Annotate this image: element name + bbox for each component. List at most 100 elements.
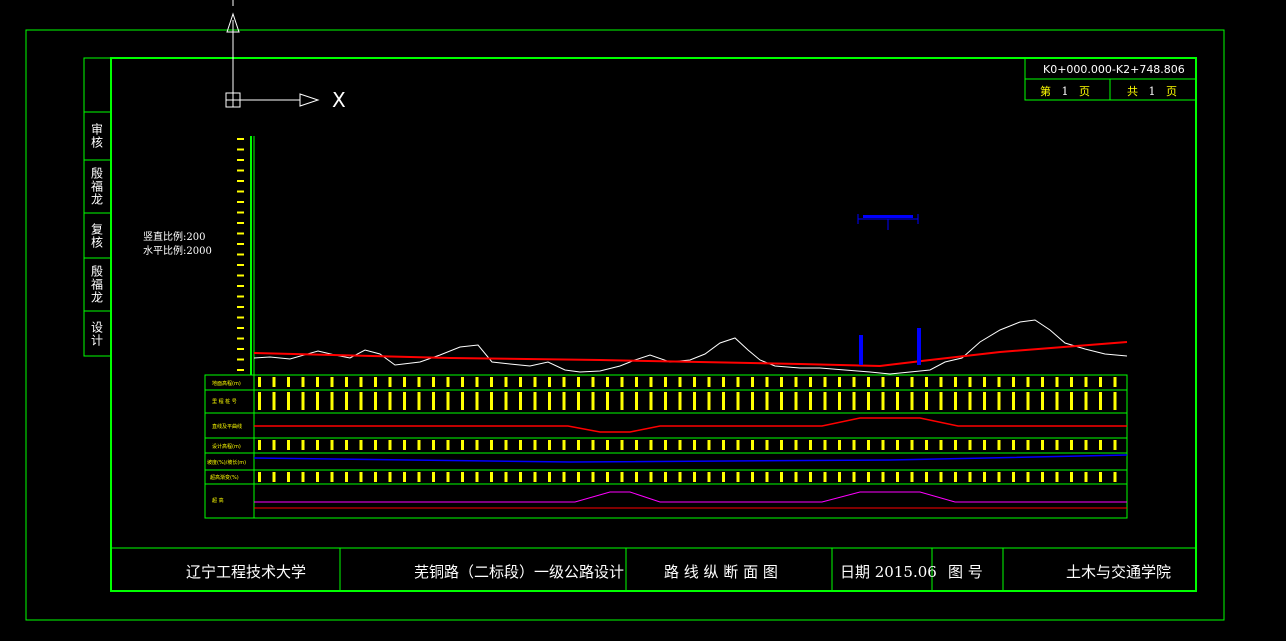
- vertical-curve-marker: [857, 214, 921, 365]
- table-cell-glyph: [374, 440, 377, 450]
- table-cell-glyph: [316, 377, 319, 387]
- ucs-x-label: X: [332, 88, 346, 112]
- table-cell-glyph: [765, 472, 769, 482]
- table-cell-glyph: [838, 472, 841, 482]
- table-cell-glyph: [983, 392, 986, 410]
- table-cell-glyph: [794, 440, 798, 450]
- table-cell-glyph: [330, 472, 334, 482]
- table-cell-glyph: [374, 472, 377, 482]
- table-cell-glyph: [925, 377, 928, 387]
- table-cell-glyph: [548, 392, 551, 410]
- table-cell-glyph: [838, 392, 841, 410]
- table-cell-glyph: [388, 440, 392, 450]
- table-cell-glyph: [794, 472, 798, 482]
- page-total: 共 1 页: [1127, 83, 1177, 99]
- ruler-tick: [237, 148, 244, 151]
- table-cell-glyph: [1084, 440, 1088, 450]
- table-cell-glyph: [417, 377, 421, 387]
- table-cell-glyph: [258, 377, 261, 387]
- table-cell-glyph: [954, 472, 957, 482]
- table-cell-glyph: [896, 440, 899, 450]
- table-cell-glyph: [359, 440, 363, 450]
- table-cell-glyph: [1055, 392, 1059, 410]
- table-cell-glyph: [548, 377, 551, 387]
- cad-drawing[interactable]: [0, 0, 1286, 641]
- table-cell-glyph: [475, 440, 479, 450]
- table-cell-glyph: [635, 472, 638, 482]
- side-label-recheck: 复核: [89, 222, 104, 249]
- table-cell-glyph: [330, 392, 334, 410]
- ruler-tick: [237, 348, 244, 350]
- table-cell-glyph: [678, 392, 682, 410]
- table-cell-glyph: [490, 440, 493, 450]
- table-cell-glyph: [446, 440, 450, 450]
- table-cell-glyph: [896, 377, 899, 387]
- table-cell-glyph: [620, 377, 624, 387]
- table-cell-glyph: [533, 377, 537, 387]
- table-cell-glyph: [490, 472, 493, 482]
- table-cell-glyph: [620, 472, 624, 482]
- ruler-tick: [237, 285, 244, 287]
- ground-profile-line: [253, 319, 1128, 375]
- table-cell-glyph: [765, 392, 769, 410]
- table-cell-glyph: [707, 472, 711, 482]
- page-prefix: 第: [1040, 85, 1051, 98]
- table-cell-glyph: [388, 472, 392, 482]
- table-cell-glyph: [1012, 440, 1015, 450]
- table-cell-glyph: [925, 472, 928, 482]
- table-cell-glyph: [925, 392, 928, 410]
- table-cell-glyph: [1012, 392, 1015, 410]
- table-cell-glyph: [562, 472, 566, 482]
- ruler-tick: [237, 180, 244, 182]
- table-cell-glyph: [548, 472, 551, 482]
- table-cell-glyph: [664, 440, 667, 450]
- table-cell-glyph: [852, 377, 856, 387]
- table-cell-glyph: [345, 472, 348, 482]
- ruler-tick: [237, 169, 244, 172]
- table-cell-glyph: [272, 472, 276, 482]
- table-cell-glyph: [910, 392, 914, 410]
- table-cell-glyph: [417, 392, 421, 410]
- table-cell-glyph: [258, 440, 261, 450]
- table-cell-glyph: [519, 377, 522, 387]
- table-cell-glyph: [316, 392, 319, 410]
- table-cell-glyph: [649, 472, 653, 482]
- table-cell-glyph: [446, 472, 450, 482]
- table-cell-glyph: [823, 392, 827, 410]
- table-cell-glyph: [1113, 440, 1117, 450]
- table-cell-glyph: [1099, 392, 1102, 410]
- sheet-border: [25, 29, 1225, 621]
- horizontal-scale: 水平比例:2000: [143, 246, 212, 257]
- table-cell-glyph: [1026, 377, 1030, 387]
- table-cell-glyph: [954, 392, 957, 410]
- table-cell-glyph: [533, 392, 537, 410]
- table-cell-glyph: [910, 440, 914, 450]
- page-no: 1: [1061, 85, 1069, 98]
- table-cell-glyph: [1026, 440, 1030, 450]
- table-cell-glyph: [287, 440, 290, 450]
- table-cell-glyph: [809, 472, 812, 482]
- table-cell-glyph: [1113, 377, 1117, 387]
- table-cell-glyph: [881, 472, 885, 482]
- ruler-tick: [237, 222, 244, 224]
- table-cell-glyph: [852, 392, 856, 410]
- superelevation-line: [254, 491, 1127, 503]
- table-cell-glyph: [794, 377, 798, 387]
- table-cell-glyph: [736, 377, 740, 387]
- table-cell-glyph: [780, 440, 783, 450]
- table-cell-glyph: [461, 440, 464, 450]
- table-cell-glyph: [562, 440, 566, 450]
- table-cell-glyph: [461, 377, 464, 387]
- table-cell-glyph: [562, 377, 566, 387]
- table-cell-glyph: [997, 392, 1001, 410]
- table-cell-glyph: [591, 440, 595, 450]
- table-cell-glyph: [736, 392, 740, 410]
- table-cell-glyph: [809, 377, 812, 387]
- ucs-icon: [225, 0, 320, 108]
- table-cell-glyph: [1070, 392, 1073, 410]
- table-cell-glyph: [1041, 440, 1044, 450]
- table-cell-glyph: [519, 440, 522, 450]
- title-college: 土木与交通学院: [1066, 563, 1172, 581]
- table-cell-glyph: [751, 392, 754, 410]
- title-drawing-no: 图 号: [948, 563, 983, 581]
